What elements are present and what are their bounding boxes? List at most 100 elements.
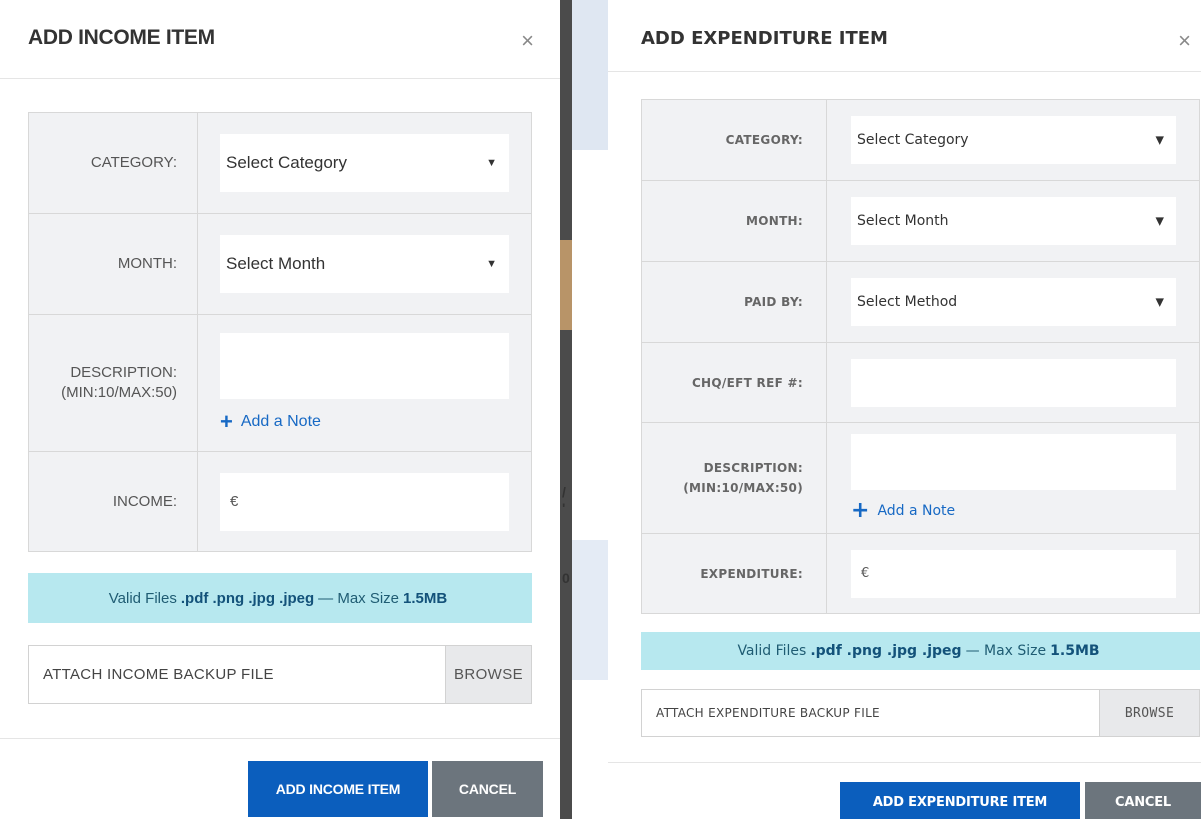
form-row-description: DESCRIPTION: (MIN:10/MAX:50) + Add a Not… <box>641 422 1200 534</box>
income-input[interactable]: € <box>220 472 509 531</box>
month-label: MONTH: <box>641 180 827 262</box>
cancel-button[interactable]: CANCEL <box>1085 782 1201 819</box>
caret-down-icon: ▼ <box>1155 214 1164 228</box>
add-note-label: Add a Note <box>877 503 956 519</box>
info-max-size: 1.5MB <box>403 589 448 607</box>
add-income-item-button[interactable]: ADD INCOME ITEM <box>248 761 428 817</box>
month-cell: Select Month ▼ <box>197 213 532 315</box>
form-row-category: CATEGORY: Select Category ▼ <box>28 112 532 214</box>
ref-cell <box>826 342 1200 423</box>
modal-header: ADD EXPENDITURE ITEM × <box>608 0 1201 72</box>
valid-files-info: Valid Files .pdf .png .jpg .jpeg — Max S… <box>28 573 532 623</box>
caret-down-icon: ▼ <box>1155 295 1164 309</box>
form-row-month: MONTH: Select Month ▼ <box>641 180 1200 262</box>
close-icon[interactable]: × <box>1178 30 1191 52</box>
info-prefix: Valid Files <box>108 589 177 607</box>
plus-icon: + <box>220 409 233 434</box>
expenditure-form-table: CATEGORY: Select Category ▼ MONTH: Selec… <box>641 99 1200 614</box>
modal-footer: ADD EXPENDITURE ITEM CANCEL <box>608 762 1201 819</box>
caret-down-icon: ▼ <box>486 157 497 169</box>
month-select-value: Select Month <box>857 213 949 229</box>
background-text-fragment: 0 <box>562 570 570 586</box>
browse-button[interactable]: BROWSE <box>1099 690 1199 736</box>
info-max-size: 1.5MB <box>1050 643 1100 659</box>
add-income-modal: ADD INCOME ITEM × CATEGORY: Select Categ… <box>0 0 560 819</box>
description-label-line1: DESCRIPTION: <box>703 461 803 475</box>
income-cell: € <box>197 451 532 552</box>
month-select-value: Select Month <box>226 254 326 273</box>
form-row-ref: CHQ/EFT REF #: <box>641 342 1200 423</box>
plus-icon: + <box>851 498 870 523</box>
form-row-month: MONTH: Select Month ▼ <box>28 213 532 315</box>
income-form-table: CATEGORY: Select Category ▼ MONTH: Selec… <box>28 112 532 552</box>
ref-input[interactable] <box>851 358 1176 407</box>
description-label-line2: (MIN:10/MAX:50) <box>683 481 803 495</box>
caret-down-icon: ▼ <box>1155 133 1164 147</box>
ref-label: CHQ/EFT REF #: <box>641 342 827 423</box>
add-note-link[interactable]: + Add a Note <box>220 411 509 433</box>
modal-footer: ADD INCOME ITEM CANCEL <box>0 738 560 819</box>
modal-header: ADD INCOME ITEM × <box>0 0 560 79</box>
category-label: CATEGORY: <box>641 99 827 181</box>
month-select[interactable]: Select Month ▼ <box>220 235 509 293</box>
modal-title: ADD EXPENDITURE ITEM <box>641 28 888 49</box>
form-row-description: DESCRIPTION: (MIN:10/MAX:50) + Add a Not… <box>28 314 532 452</box>
valid-files-info: Valid Files .pdf .png .jpg .jpeg — Max S… <box>641 632 1200 670</box>
form-row-income: INCOME: € <box>28 451 532 552</box>
add-expenditure-modal: ADD EXPENDITURE ITEM × CATEGORY: Select … <box>608 0 1201 819</box>
backup-file-input[interactable]: ATTACH INCOME BACKUP FILE <box>29 646 445 703</box>
add-note-link[interactable]: + Add a Note <box>851 500 1176 522</box>
paid-by-label: PAID BY: <box>641 261 827 343</box>
add-expenditure-item-button[interactable]: ADD EXPENDITURE ITEM <box>840 782 1080 819</box>
category-select[interactable]: Select Category ▼ <box>851 116 1176 164</box>
caret-down-icon: ▼ <box>486 258 497 270</box>
paid-by-select[interactable]: Select Method ▼ <box>851 278 1176 326</box>
category-label: CATEGORY: <box>28 112 198 214</box>
background-text-fragment: ' <box>562 500 566 516</box>
currency-prefix: € <box>230 493 239 510</box>
form-row-category: CATEGORY: Select Category ▼ <box>641 99 1200 181</box>
category-cell: Select Category ▼ <box>826 99 1200 181</box>
backup-file-input[interactable]: ATTACH EXPENDITURE BACKUP FILE <box>642 690 1099 736</box>
category-select-value: Select Category <box>226 153 347 172</box>
category-cell: Select Category ▼ <box>197 112 532 214</box>
form-row-paid-by: PAID BY: Select Method ▼ <box>641 261 1200 343</box>
info-prefix: Valid Files <box>737 643 807 659</box>
description-label-line1: DESCRIPTION: <box>70 364 177 381</box>
expenditure-input[interactable]: € <box>851 549 1176 598</box>
background-overlay-dark <box>560 0 572 819</box>
info-file-types: .pdf .png .jpg .jpeg <box>180 589 315 607</box>
background-watermark-top <box>572 0 608 150</box>
info-file-types: .pdf .png .jpg .jpeg <box>810 643 962 659</box>
description-label-line2: (MIN:10/MAX:50) <box>61 384 177 401</box>
info-separator: — Max Size <box>318 589 400 607</box>
backup-file-group: ATTACH INCOME BACKUP FILE BROWSE <box>28 645 532 704</box>
expenditure-cell: € <box>826 533 1200 614</box>
paid-by-select-value: Select Method <box>857 294 958 310</box>
background-text-fragment: / <box>562 484 566 500</box>
month-label: MONTH: <box>28 213 198 315</box>
background-watermark-bottom <box>572 540 608 680</box>
description-label: DESCRIPTION: (MIN:10/MAX:50) <box>28 314 198 452</box>
currency-prefix: € <box>861 566 870 581</box>
background-overlay-tan <box>560 240 572 330</box>
description-cell: + Add a Note <box>197 314 532 452</box>
browse-button[interactable]: BROWSE <box>445 646 531 703</box>
close-icon[interactable]: × <box>521 30 534 52</box>
description-cell: + Add a Note <box>826 422 1200 534</box>
category-select-value: Select Category <box>857 132 969 148</box>
description-input[interactable] <box>851 434 1176 490</box>
category-select[interactable]: Select Category ▼ <box>220 134 509 192</box>
modal-title: ADD INCOME ITEM <box>28 26 215 49</box>
expenditure-label: EXPENDITURE: <box>641 533 827 614</box>
add-note-label: Add a Note <box>240 413 321 430</box>
info-separator: — Max Size <box>965 643 1047 659</box>
month-select[interactable]: Select Month ▼ <box>851 197 1176 245</box>
backup-file-group: ATTACH EXPENDITURE BACKUP FILE BROWSE <box>641 689 1200 737</box>
income-label: INCOME: <box>28 451 198 552</box>
description-input[interactable] <box>220 333 509 399</box>
month-cell: Select Month ▼ <box>826 180 1200 262</box>
cancel-button[interactable]: CANCEL <box>432 761 543 817</box>
paid-by-cell: Select Method ▼ <box>826 261 1200 343</box>
description-label: DESCRIPTION: (MIN:10/MAX:50) <box>641 422 827 534</box>
